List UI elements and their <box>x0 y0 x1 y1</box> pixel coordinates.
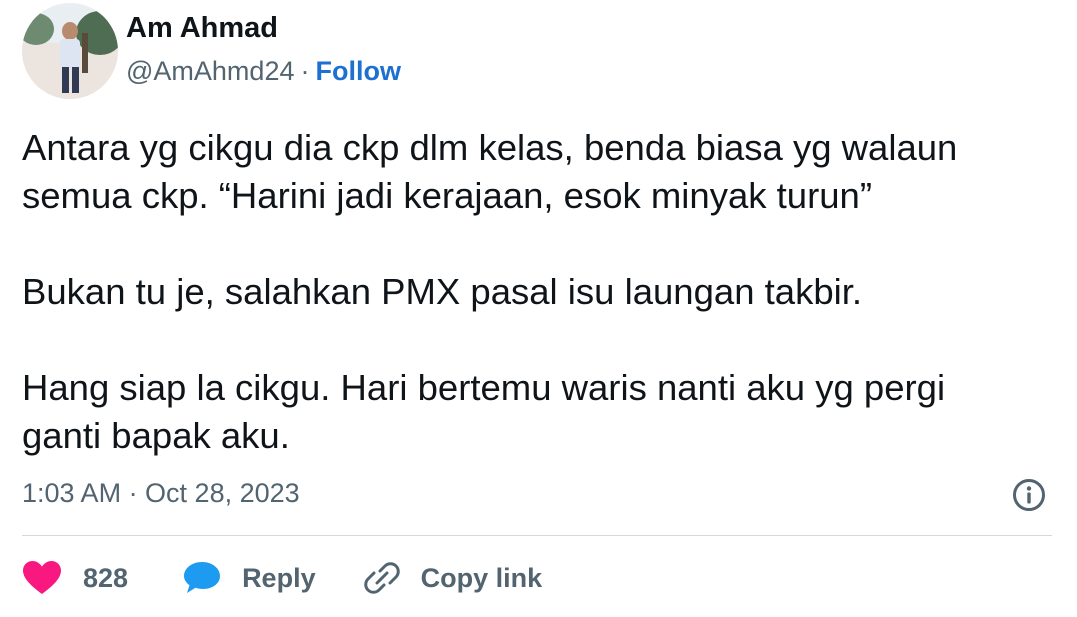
tweet-paragraph: Bukan tu je, salahkan PMX pasal isu laun… <box>22 268 1052 316</box>
author-display-name[interactable]: Am Ahmad <box>126 12 278 45</box>
tweet-text: Antara yg cikgu dia ckp dlm kelas, benda… <box>22 124 1052 460</box>
action-bar: 828 Reply Copy link <box>22 556 542 600</box>
avatar[interactable] <box>22 3 118 99</box>
tweet-paragraph: Antara yg cikgu dia ckp dlm kelas, benda… <box>22 124 1052 220</box>
divider <box>22 535 1052 536</box>
speech-bubble-icon <box>182 560 222 596</box>
follow-button[interactable]: Follow <box>315 56 400 86</box>
tweet-card: Am Ahmad @AmAhmd24 · Follow Antara yg cikg… <box>0 0 1077 617</box>
reply-label: Reply <box>242 562 316 593</box>
author-handle[interactable]: @AmAhmd24 <box>126 56 294 86</box>
reply-button[interactable]: Reply <box>182 560 316 596</box>
tweet-timestamp[interactable]: 1:03 AM · Oct 28, 2023 <box>22 478 300 509</box>
tweet-line: Antara yg cikgu dia ckp dlm kelas, benda… <box>22 127 958 168</box>
copy-link-button[interactable]: Copy link <box>362 558 543 598</box>
tweet-line: Hang siap la cikgu. Hari bertemu waris n… <box>22 367 946 408</box>
tweet-line: semua ckp. “Harini jadi kerajaan, esok m… <box>22 175 872 216</box>
tweet-paragraph: Hang siap la cikgu. Hari bertemu waris n… <box>22 364 1052 460</box>
link-icon <box>362 558 402 598</box>
heart-icon <box>22 560 62 596</box>
tweet-line: ganti bapak aku. <box>22 415 290 456</box>
handle-separator: · <box>300 56 310 86</box>
copy-link-label: Copy link <box>420 562 543 593</box>
info-icon[interactable] <box>1012 478 1046 512</box>
like-button[interactable]: 828 <box>22 560 128 596</box>
tweet-line: Bukan tu je, salahkan PMX pasal isu laun… <box>22 271 863 312</box>
author-handle-row: @AmAhmd24 · Follow <box>126 56 401 87</box>
like-count: 828 <box>83 562 129 593</box>
